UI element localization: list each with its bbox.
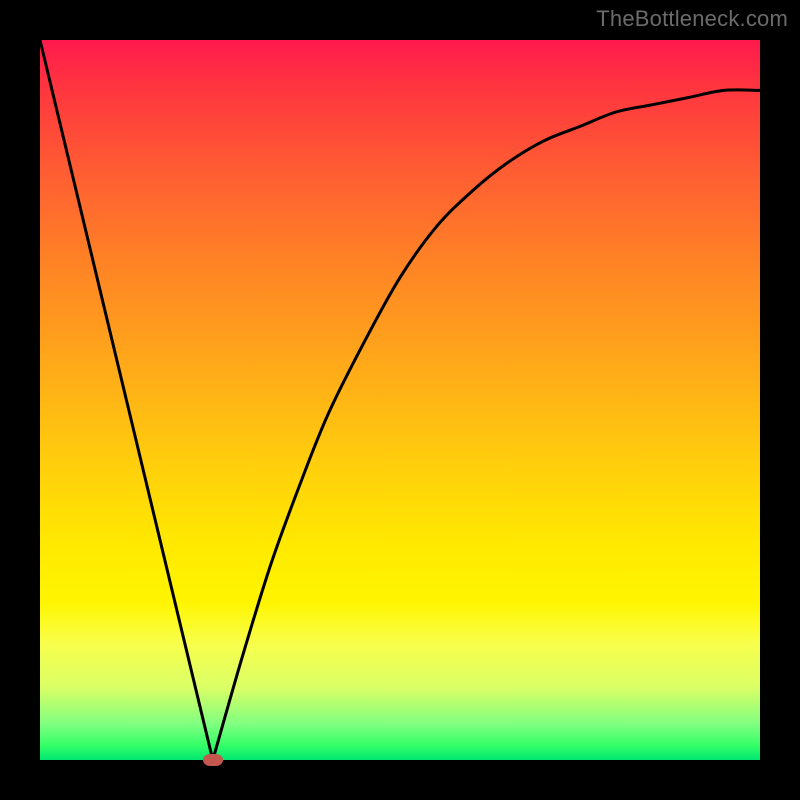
chart-frame: TheBottleneck.com — [0, 0, 800, 800]
minimum-marker — [203, 754, 223, 766]
bottleneck-curve — [40, 40, 760, 760]
curve-path — [40, 40, 760, 760]
watermark-text: TheBottleneck.com — [596, 6, 788, 32]
plot-area — [40, 40, 760, 760]
